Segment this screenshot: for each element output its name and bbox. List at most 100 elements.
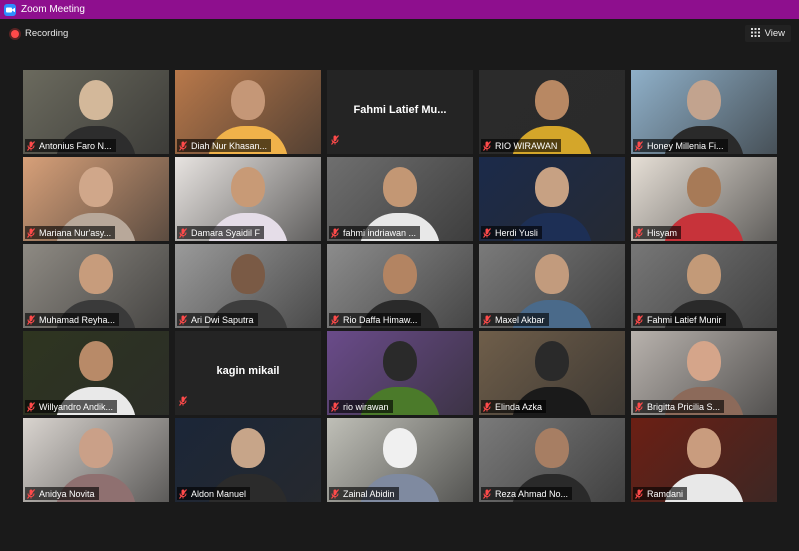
participant-tile[interactable]: Hisyam	[631, 157, 777, 241]
muted-mic-icon	[27, 314, 35, 325]
participant-tile[interactable]: Herdi Yusli	[479, 157, 625, 241]
participant-tile[interactable]: Ari Dwi Saputra	[175, 244, 321, 328]
participant-name-label: rio wirawan	[329, 400, 393, 413]
participant-face	[383, 428, 417, 468]
participant-tile[interactable]: Rio Daffa Himaw...	[327, 244, 473, 328]
participant-face	[535, 428, 569, 468]
participant-face	[79, 254, 113, 294]
participant-tile[interactable]: Anidya Novita	[23, 418, 169, 502]
participant-tile[interactable]: Diah Nur Khasan...	[175, 70, 321, 154]
recording-label: Recording	[25, 28, 69, 39]
view-button[interactable]: View	[744, 25, 791, 42]
participant-face	[687, 80, 721, 120]
participant-name-label: Elinda Azka	[481, 400, 547, 413]
participant-name-label: Diah Nur Khasan...	[177, 139, 272, 152]
participant-name: Ramdani	[647, 488, 684, 499]
participant-tile[interactable]: rio wirawan	[327, 331, 473, 415]
participant-face	[535, 167, 569, 207]
participant-name: Ari Dwi Saputra	[191, 314, 254, 325]
participant-name-label: Rio Daffa Himaw...	[329, 313, 422, 326]
participant-name-label: Zainal Abidin	[329, 487, 399, 500]
muted-mic-icon	[635, 488, 643, 499]
participant-name: Muhamad Reyha...	[39, 314, 116, 325]
participant-tile[interactable]: Willyandro Andik...	[23, 331, 169, 415]
participant-name-label: Antonius Faro N...	[25, 139, 116, 152]
participant-tile[interactable]: Fahmi Latief Munir	[631, 244, 777, 328]
muted-mic-icon	[179, 227, 187, 238]
record-dot-icon	[11, 29, 19, 38]
participant-name-label: Herdi Yusli	[481, 226, 542, 239]
participant-name: Damara Syaidil F	[191, 227, 261, 238]
participant-tile[interactable]: Reza Ahmad No...	[479, 418, 625, 502]
participant-tile[interactable]: Muhamad Reyha...	[23, 244, 169, 328]
participant-name: Brigitta Pricilia S...	[647, 401, 721, 412]
participant-name: fahmi indriawan ...	[343, 227, 417, 238]
muted-mic-icon	[179, 393, 187, 411]
participant-tile[interactable]: Maxel Akbar	[479, 244, 625, 328]
participant-face	[231, 80, 265, 120]
participant-tile[interactable]: Ramdani	[631, 418, 777, 502]
participant-face	[687, 254, 721, 294]
participant-name-label: Honey Millenia Fi...	[633, 139, 728, 152]
participant-name: kagin mikail	[216, 365, 280, 377]
participant-name: Maxel Akbar	[495, 314, 545, 325]
participant-name-label: RIO WIRAWAN	[481, 139, 562, 152]
participant-face	[535, 341, 569, 381]
muted-mic-icon	[483, 314, 491, 325]
participant-name-label: Hisyam	[633, 226, 682, 239]
muted-mic-icon	[483, 401, 491, 412]
participant-name: Fahmi Latief Mu...	[353, 104, 447, 116]
participant-name: Rio Daffa Himaw...	[343, 314, 418, 325]
zoom-icon	[4, 3, 16, 16]
muted-mic-icon	[331, 314, 339, 325]
muted-mic-icon	[635, 227, 643, 238]
participant-face	[383, 254, 417, 294]
participant-name-label: Muhamad Reyha...	[25, 313, 120, 326]
grid-icon	[750, 27, 760, 40]
participant-face	[383, 341, 417, 381]
participant-name-label: Aldon Manuel	[177, 487, 251, 500]
participant-tile[interactable]: Damara Syaidil F	[175, 157, 321, 241]
participant-name-label: Fahmi Latief Munir	[633, 313, 726, 326]
muted-mic-icon	[483, 140, 491, 151]
participant-face	[231, 254, 265, 294]
recording-indicator[interactable]: Recording	[11, 28, 68, 39]
muted-mic-icon	[331, 488, 339, 499]
muted-mic-icon	[27, 488, 35, 499]
muted-mic-icon	[331, 401, 339, 412]
participant-name-label: Mariana Nur'asy...	[25, 226, 116, 239]
participant-name: Aldon Manuel	[191, 488, 247, 499]
participant-tile[interactable]: RIO WIRAWAN	[479, 70, 625, 154]
participant-face	[383, 167, 417, 207]
participant-name: Elinda Azka	[495, 401, 543, 412]
participant-tile[interactable]: Zainal Abidin	[327, 418, 473, 502]
participant-tile[interactable]: Elinda Azka	[479, 331, 625, 415]
participant-tile[interactable]: fahmi indriawan ...	[327, 157, 473, 241]
participant-name-label: fahmi indriawan ...	[329, 226, 421, 239]
muted-mic-icon	[483, 227, 491, 238]
participant-name-label: Ari Dwi Saputra	[177, 313, 258, 326]
participant-tile[interactable]: Honey Millenia Fi...	[631, 70, 777, 154]
participant-tile[interactable]: Fahmi Latief Mu...	[327, 70, 473, 154]
participant-tile[interactable]: kagin mikail	[175, 331, 321, 415]
participant-face	[535, 80, 569, 120]
participant-tile[interactable]: Antonius Faro N...	[23, 70, 169, 154]
participant-name-label: Damara Syaidil F	[177, 226, 265, 239]
participant-face	[79, 167, 113, 207]
participant-name: Willyandro Andik...	[39, 401, 114, 412]
participant-name: RIO WIRAWAN	[495, 140, 558, 151]
muted-mic-icon	[27, 140, 35, 151]
participant-tile[interactable]: Brigitta Pricilia S...	[631, 331, 777, 415]
participant-face	[535, 254, 569, 294]
participant-name-label: Brigitta Pricilia S...	[633, 400, 725, 413]
participant-tile[interactable]: Aldon Manuel	[175, 418, 321, 502]
participant-tile[interactable]: Mariana Nur'asy...	[23, 157, 169, 241]
participant-name: Anidya Novita	[39, 488, 95, 499]
participant-name: Diah Nur Khasan...	[191, 140, 268, 151]
title-bar: Zoom Meeting	[0, 0, 799, 19]
window-title: Zoom Meeting	[21, 4, 85, 15]
gallery-grid: Antonius Faro N... Diah Nur Khasan... Fahm…	[23, 70, 777, 502]
participant-name: Herdi Yusli	[495, 227, 538, 238]
participant-face	[687, 167, 721, 207]
participant-name: rio wirawan	[343, 401, 389, 412]
